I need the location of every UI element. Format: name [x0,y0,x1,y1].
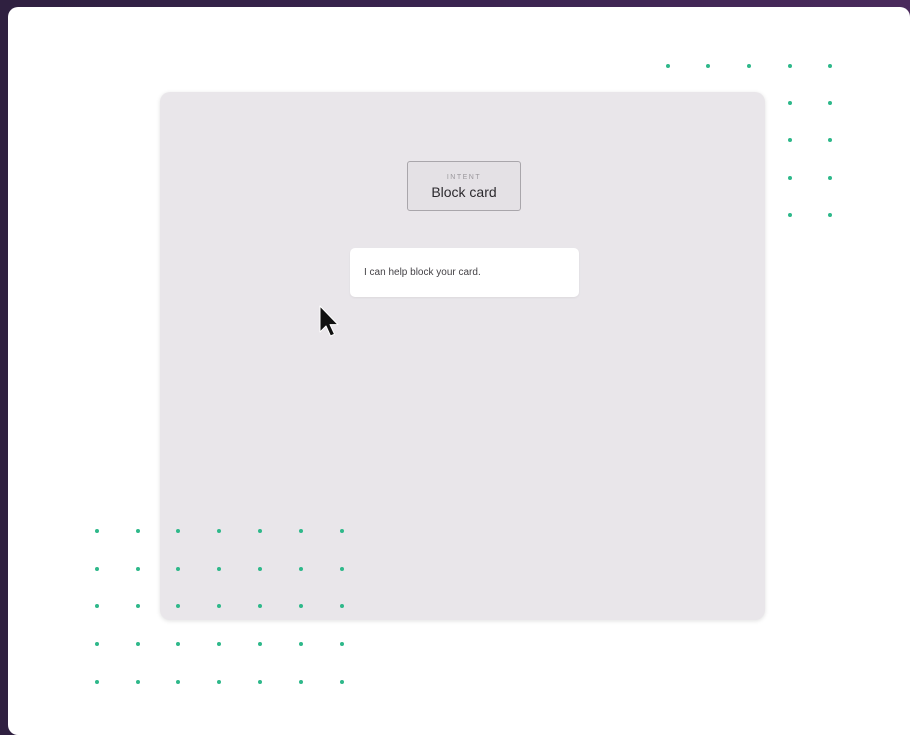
decorative-dot [299,680,303,684]
decorative-dot [136,604,140,608]
decorative-dot [747,64,751,68]
decorative-dot [299,529,303,533]
decorative-dot [217,680,221,684]
decorative-dot [340,529,344,533]
decorative-dot [706,64,710,68]
intent-node[interactable]: INTENT Block card [407,161,521,211]
decorative-dot [176,529,180,533]
decorative-dot [828,138,832,142]
decorative-dot [788,176,792,180]
decorative-dot [258,529,262,533]
decorative-dot [788,138,792,142]
decorative-dot [299,604,303,608]
flow-canvas-card: INTENT Block card I can help block your … [160,92,765,620]
decorative-dot [176,680,180,684]
decorative-dot [176,604,180,608]
decorative-dot [258,642,262,646]
decorative-dot [788,213,792,217]
decorative-dot [217,529,221,533]
intent-name: Block card [431,184,497,200]
decorative-dot [340,604,344,608]
intent-caption: INTENT [446,174,482,181]
decorative-dot [828,64,832,68]
decorative-dot [299,642,303,646]
bot-message-bubble[interactable]: I can help block your card. [350,248,579,297]
decorative-dot [340,642,344,646]
decorative-dot [136,642,140,646]
decorative-dot [176,567,180,571]
decorative-dot [95,604,99,608]
decorative-dot [299,567,303,571]
decorative-dot [95,567,99,571]
decorative-dot [95,529,99,533]
decorative-dot [95,680,99,684]
decorative-dot [258,567,262,571]
bot-message-text: I can help block your card. [364,267,481,278]
decorative-dot [666,64,670,68]
decorative-dot [95,642,99,646]
decorative-dot [340,567,344,571]
decorative-dot [258,604,262,608]
decorative-dot [258,680,262,684]
decorative-dot [176,642,180,646]
decorative-dot [217,642,221,646]
decorative-dot [217,567,221,571]
decorative-dot [828,101,832,105]
decorative-dot [340,680,344,684]
decorative-dot [828,213,832,217]
decorative-dot [136,529,140,533]
decorative-dot [788,64,792,68]
decorative-dot [136,680,140,684]
arrow-cursor-icon [319,305,339,337]
decorative-dot [136,567,140,571]
decorative-dot [788,101,792,105]
decorative-dot [217,604,221,608]
decorative-dot [828,176,832,180]
